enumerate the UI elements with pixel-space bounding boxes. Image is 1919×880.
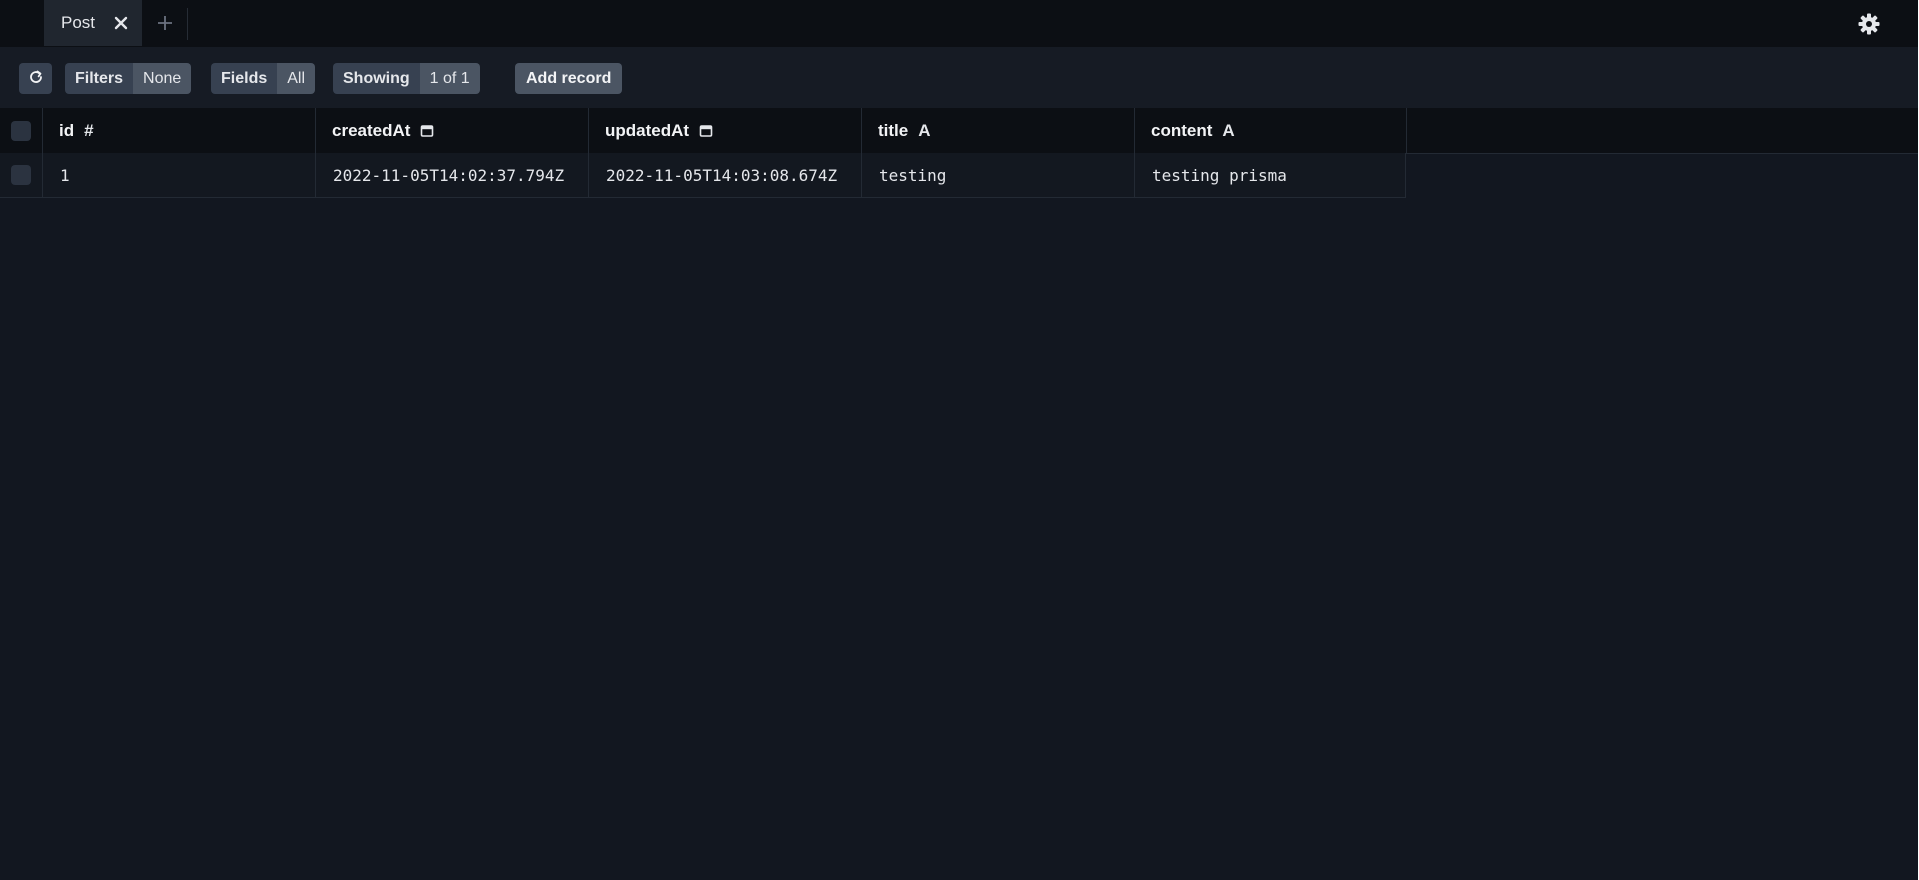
- filters-label: Filters: [65, 63, 134, 94]
- fields-button[interactable]: Fields All: [211, 63, 316, 94]
- text-type-icon: A: [1222, 120, 1235, 140]
- table-row[interactable]: 1 2022-11-05T14:02:37.794Z 2022-11-05T14…: [0, 153, 1406, 198]
- tab-divider: [187, 8, 188, 40]
- prisma-studio-app: Post Filters None Fields All Showing 1 o…: [0, 0, 1918, 880]
- row-checkbox[interactable]: [11, 165, 31, 185]
- add-record-button[interactable]: Add record: [515, 63, 623, 94]
- column-name: createdAt: [332, 120, 411, 140]
- select-all-cell: [0, 108, 43, 153]
- table-header: id # createdAt updatedAt title A content…: [0, 108, 1918, 154]
- cell-content[interactable]: testing prisma: [1135, 153, 1406, 197]
- calendar-icon: [420, 124, 434, 138]
- column-header-id[interactable]: id #: [43, 108, 316, 153]
- cell-title[interactable]: testing: [862, 153, 1135, 197]
- row-select-cell: [0, 153, 43, 197]
- showing-label: Showing: [333, 63, 420, 94]
- calendar-icon: [699, 124, 713, 138]
- column-name: title: [878, 120, 909, 140]
- refresh-button[interactable]: [19, 63, 52, 94]
- cell-id[interactable]: 1: [43, 153, 316, 197]
- close-icon[interactable]: [111, 13, 131, 33]
- cell-updatedat[interactable]: 2022-11-05T14:03:08.674Z: [589, 153, 862, 197]
- column-header-createdat[interactable]: createdAt: [316, 108, 589, 153]
- column-header-content[interactable]: content A: [1135, 108, 1407, 153]
- tab-bar: Post: [0, 0, 1918, 48]
- refresh-icon: [28, 69, 44, 89]
- toolbar: Filters None Fields All Showing 1 of 1 A…: [0, 47, 1918, 109]
- column-name: id: [59, 120, 75, 140]
- column-header-title[interactable]: title A: [862, 108, 1135, 153]
- showing-value: 1 of 1: [419, 63, 480, 94]
- showing-button[interactable]: Showing 1 of 1: [333, 63, 480, 94]
- column-name: content: [1151, 120, 1213, 140]
- filters-button[interactable]: Filters None: [65, 63, 192, 94]
- column-name: updatedAt: [605, 120, 690, 140]
- column-header-updatedat[interactable]: updatedAt: [589, 108, 862, 153]
- tab-post[interactable]: Post: [44, 0, 142, 46]
- fields-label: Fields: [211, 63, 278, 94]
- tab-label: Post: [61, 13, 96, 32]
- filters-value: None: [133, 63, 192, 94]
- text-type-icon: A: [918, 120, 931, 140]
- select-all-checkbox[interactable]: [11, 120, 31, 141]
- cell-createdat[interactable]: 2022-11-05T14:02:37.794Z: [316, 153, 589, 197]
- fields-value: All: [277, 63, 316, 94]
- gear-icon[interactable]: [1857, 12, 1881, 36]
- hash-icon: #: [84, 120, 94, 140]
- plus-icon[interactable]: [155, 13, 175, 33]
